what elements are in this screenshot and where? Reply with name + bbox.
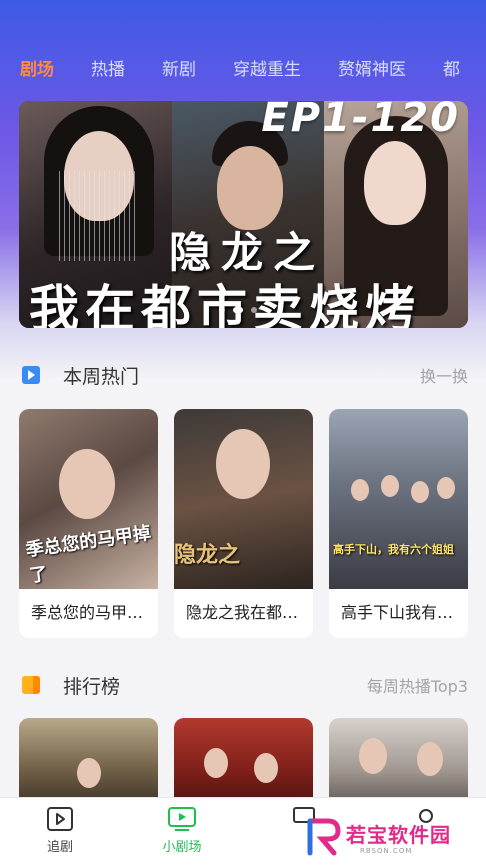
weekly-hot-title: 本周热门: [63, 365, 140, 388]
featured-banner[interactable]: EP1-120 隐龙之 我在都市卖烧烤: [19, 101, 468, 328]
category-tabs: 剧场 热播 新剧 穿越重生 赘婿神医 都: [0, 50, 486, 84]
bookmark-icon: [22, 676, 40, 694]
ranking-poster[interactable]: [19, 718, 158, 808]
nav-label: 追剧: [46, 840, 73, 855]
tab-new[interactable]: 新剧: [162, 55, 196, 80]
drama-caption: 高手下山我有六个姐姐: [341, 603, 461, 622]
nav-label: 小剧场: [162, 840, 202, 855]
drama-caption: 季总您的马甲掉了: [31, 603, 151, 622]
carousel-dots: [219, 307, 257, 313]
play-icon: [22, 366, 40, 384]
watermark-text: 若宝软件园: [346, 823, 451, 847]
ranking-header: 排行榜 每周热播Top3: [0, 665, 486, 705]
banner-title-line2: 我在都市卖烧烤: [29, 279, 421, 328]
tab-hot[interactable]: 热播: [91, 55, 125, 80]
play-box-icon: [47, 807, 73, 831]
carousel-dot[interactable]: [219, 307, 225, 313]
tab-urban[interactable]: 都: [443, 55, 460, 80]
carousel-dot-active[interactable]: [233, 307, 243, 313]
ranking-title: 排行榜: [63, 675, 121, 698]
ranking-poster[interactable]: [174, 718, 313, 808]
ranking-poster[interactable]: [329, 718, 468, 808]
watermark-logo-icon: [307, 818, 341, 856]
ranking-subtitle[interactable]: 每周热播Top3: [367, 673, 468, 697]
nav-mini-theater[interactable]: 小剧场: [142, 806, 222, 855]
tab-time-travel[interactable]: 穿越重生: [233, 55, 301, 80]
poster-title-art: 隐龙之: [174, 542, 241, 568]
drama-poster: 隐龙之: [174, 409, 313, 589]
drama-card[interactable]: 季总您的马甲掉了 季总您的马甲掉了: [19, 409, 158, 638]
drama-card[interactable]: 隐龙之 隐龙之我在都市卖烧烤: [174, 409, 313, 638]
weekly-hot-header: 本周热门 换一换: [0, 355, 486, 395]
tv-icon: [168, 807, 196, 831]
drama-caption: 隐龙之我在都市卖烧烤: [186, 603, 306, 622]
drama-card[interactable]: 高手下山，我有六个姐姐 高手下山我有六个姐姐: [329, 409, 468, 638]
watermark: 若宝软件园 RBSON.COM: [300, 815, 480, 860]
drama-poster: 季总您的马甲掉了: [19, 409, 158, 589]
drama-poster: 高手下山，我有六个姐姐: [329, 409, 468, 589]
banner-episode-text: EP1-120: [261, 101, 460, 141]
carousel-dot[interactable]: [251, 307, 257, 313]
watermark-subtext: RBSON.COM: [360, 847, 413, 855]
poster-title-art: 高手下山，我有六个姐姐: [333, 543, 454, 556]
poster-title-art: 季总您的马甲掉了: [24, 522, 153, 587]
tab-son-in-law-doctor[interactable]: 赘婿神医: [338, 55, 406, 80]
nav-follow-drama[interactable]: 追剧: [20, 806, 100, 855]
tab-theater[interactable]: 剧场: [20, 55, 54, 80]
refresh-button[interactable]: 换一换: [420, 363, 468, 387]
